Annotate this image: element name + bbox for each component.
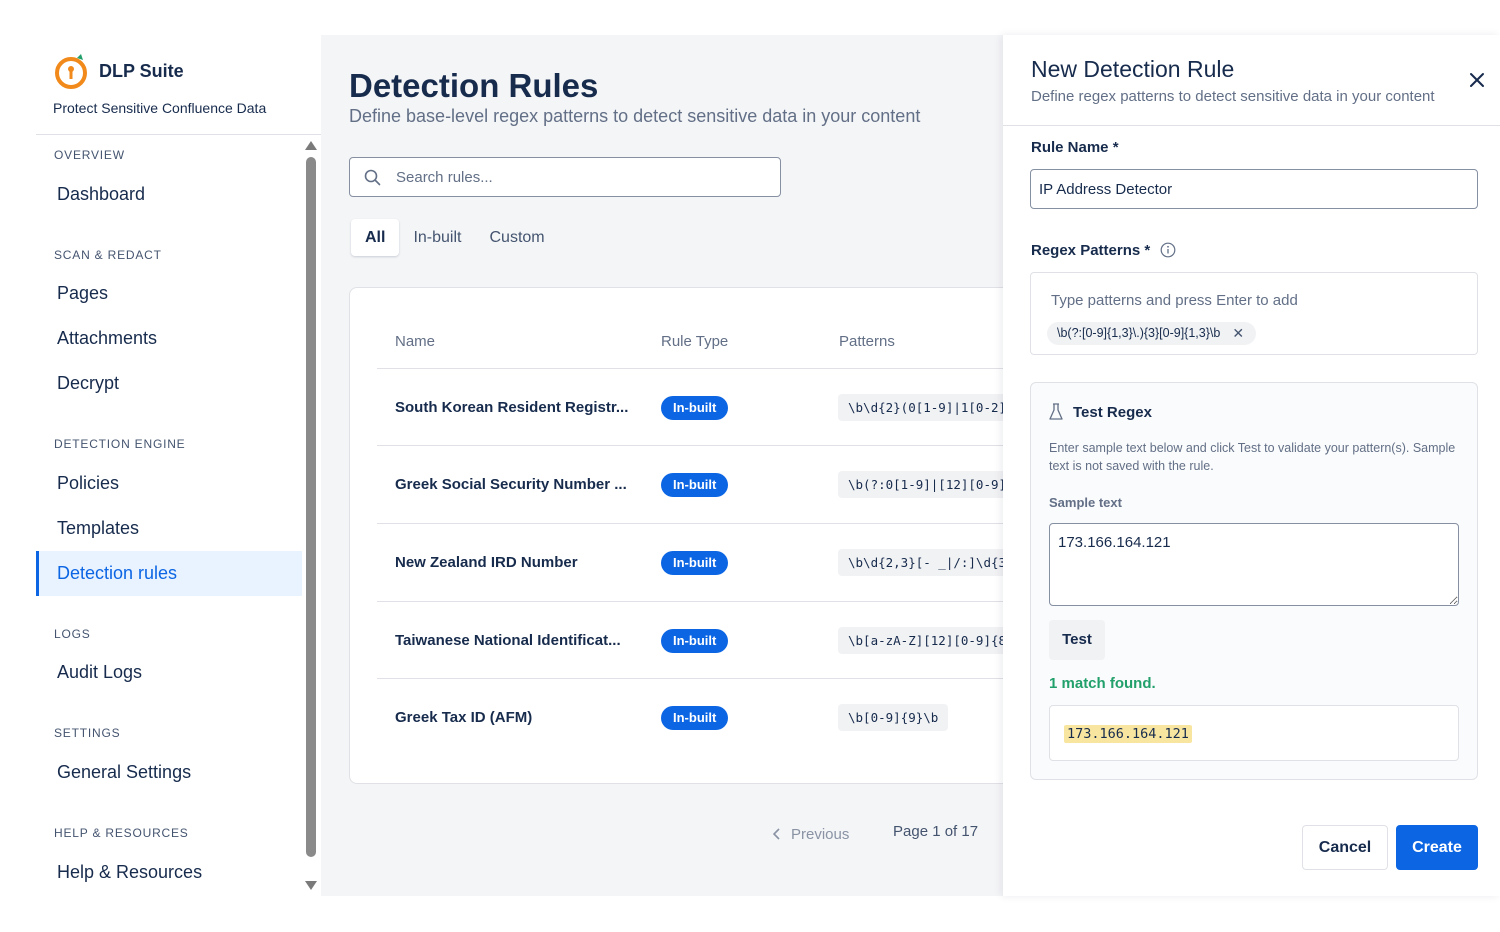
rule-pattern-code: \b[a-zA-Z][12][0-9]{8 <box>838 627 1003 654</box>
table-row[interactable]: South Korean Resident Registr... In-buil… <box>377 368 1003 446</box>
search-icon <box>364 169 381 186</box>
page-indicator: Page 1 of 17 <box>893 823 979 840</box>
test-regex-title: Test Regex <box>1049 403 1152 421</box>
page-title: Detection Rules <box>349 67 599 104</box>
rule-type-badge: In-built <box>661 551 729 575</box>
sample-text-label: Sample text <box>1049 495 1122 510</box>
previous-label: Previous <box>791 825 850 843</box>
new-rule-drawer: New Detection Rule Define regex patterns… <box>1003 35 1500 896</box>
app-root: DLP Suite Protect Sensitive Confluence D… <box>0 0 1500 932</box>
previous-page-button[interactable]: Previous <box>773 823 849 845</box>
sidebar-item-general-settings[interactable]: General Settings <box>36 750 302 795</box>
search-box[interactable] <box>349 157 781 197</box>
info-icon[interactable] <box>1160 242 1176 258</box>
tab-custom[interactable]: Custom <box>475 219 558 256</box>
sample-text-input[interactable]: 173.166.164.121 <box>1049 523 1459 606</box>
close-icon[interactable] <box>1467 70 1487 90</box>
main-content: Detection Rules Define base-level regex … <box>321 35 1003 896</box>
sidebar-item-attachments[interactable]: Attachments <box>36 316 302 361</box>
test-button[interactable]: Test <box>1049 620 1105 660</box>
page-subtitle: Define base-level regex patterns to dete… <box>349 106 921 126</box>
regex-patterns-label: Regex Patterns * <box>1031 242 1176 259</box>
rules-table-card: Name Rule Type Patterns South Korean Res… <box>349 287 1003 784</box>
tab-all[interactable]: All <box>351 219 400 256</box>
sidebar-item-pages[interactable]: Pages <box>36 271 302 316</box>
match-result-box: 173.166.164.121 <box>1049 705 1459 761</box>
regex-pattern-input[interactable] <box>1051 289 1451 311</box>
create-button[interactable]: Create <box>1396 825 1478 870</box>
sidebar-item-help-resources[interactable]: Help & Resources <box>36 850 302 895</box>
drawer-subtitle: Define regex patterns to detect sensitiv… <box>1031 88 1435 105</box>
highlighted-match: 173.166.164.121 <box>1064 725 1192 743</box>
nav-section-detection-engine: DETECTION ENGINE <box>54 437 186 451</box>
app-name: DLP Suite <box>99 60 184 81</box>
rule-type-badge: In-built <box>661 706 729 730</box>
scroll-up-arrow-icon[interactable] <box>305 141 317 150</box>
sidebar-divider <box>36 134 321 135</box>
table-row[interactable]: Greek Social Security Number ... In-buil… <box>377 445 1003 523</box>
rule-pattern-code: \b[0-9]{9}\b <box>838 704 949 731</box>
tab-in-built[interactable]: In-built <box>399 219 475 256</box>
rule-pattern-code: \b\d{2}(0[1-9]|1[0-2] <box>838 394 1003 421</box>
rule-name-cell: Greek Social Security Number ... <box>395 476 627 493</box>
table-row[interactable]: Taiwanese National Identificat... In-bui… <box>377 601 1003 679</box>
dlp-logo-icon <box>55 54 87 89</box>
test-regex-help: Enter sample text below and click Test t… <box>1049 441 1456 473</box>
rule-name-cell: South Korean Resident Registr... <box>395 399 629 416</box>
chevron-left-icon <box>773 828 780 840</box>
rule-type-badge: In-built <box>661 473 729 497</box>
rule-name-input[interactable] <box>1030 169 1478 209</box>
rule-pattern-code: \b(?:0[1-9]|[12][0-9] <box>838 471 1003 498</box>
brand[interactable]: DLP Suite <box>53 52 184 90</box>
test-regex-panel: Test Regex Enter sample text below and c… <box>1030 382 1478 780</box>
column-header-rule-type[interactable]: Rule Type <box>661 333 728 350</box>
sidebar-item-dashboard[interactable]: Dashboard <box>36 172 302 217</box>
sidebar-item-audit-logs[interactable]: Audit Logs <box>36 650 302 695</box>
sidebar-item-policies[interactable]: Policies <box>36 461 302 506</box>
regex-pattern-chip-text: \b(?:[0-9]{1,3}\.){3}[0-9]{1,3}\b <box>1057 326 1221 340</box>
drawer-divider <box>1003 125 1500 126</box>
remove-chip-icon[interactable]: ✕ <box>1232 322 1244 345</box>
table-row[interactable]: New Zealand IRD Number In-built \b\d{2,3… <box>377 523 1003 601</box>
column-header-name[interactable]: Name <box>395 333 435 350</box>
sidebar-scrollbar-thumb[interactable] <box>306 157 316 857</box>
rule-name-cell: Taiwanese National Identificat... <box>395 632 621 649</box>
sidebar-item-detection-rules[interactable]: Detection rules <box>36 551 302 596</box>
column-header-patterns[interactable]: Patterns <box>839 333 895 350</box>
nav-section-help-resources: HELP & RESOURCES <box>54 826 189 840</box>
app-tagline: Protect Sensitive Confluence Data <box>53 100 267 116</box>
nav-section-scan-redact: SCAN & REDACT <box>54 248 162 262</box>
search-input[interactable] <box>396 158 766 196</box>
rule-filter-tabs: All In-built Custom <box>351 219 559 256</box>
sidebar-item-decrypt[interactable]: Decrypt <box>36 361 302 406</box>
nav-section-overview: OVERVIEW <box>54 148 125 162</box>
cancel-button[interactable]: Cancel <box>1302 825 1388 870</box>
rule-name-cell: Greek Tax ID (AFM) <box>395 709 533 726</box>
nav-section-settings: SETTINGS <box>54 726 121 740</box>
rule-pattern-code: \b\d{2,3}[- _|/:]\d{3 <box>838 549 1003 576</box>
sidebar: DLP Suite Protect Sensitive Confluence D… <box>36 35 321 896</box>
regex-patterns-field[interactable]: \b(?:[0-9]{1,3}\.){3}[0-9]{1,3}\b ✕ <box>1030 272 1478 355</box>
test-regex-title-text: Test Regex <box>1073 403 1152 421</box>
drawer-title: New Detection Rule <box>1031 56 1235 82</box>
rule-type-badge: In-built <box>661 629 729 653</box>
regex-patterns-label-text: Regex Patterns * <box>1031 242 1151 259</box>
rule-type-badge: In-built <box>661 396 729 420</box>
nav-section-logs: LOGS <box>54 627 91 641</box>
rule-name-label: Rule Name * <box>1031 139 1119 156</box>
sidebar-item-templates[interactable]: Templates <box>36 506 302 551</box>
table-row[interactable]: Greek Tax ID (AFM) In-built \b[0-9]{9}\b <box>377 678 1003 756</box>
flask-icon <box>1049 403 1063 420</box>
regex-pattern-chip: \b(?:[0-9]{1,3}\.){3}[0-9]{1,3}\b ✕ <box>1047 322 1257 345</box>
scroll-down-arrow-icon[interactable] <box>305 881 317 890</box>
match-result-text: 1 match found. <box>1049 675 1156 692</box>
rule-name-cell: New Zealand IRD Number <box>395 554 578 571</box>
